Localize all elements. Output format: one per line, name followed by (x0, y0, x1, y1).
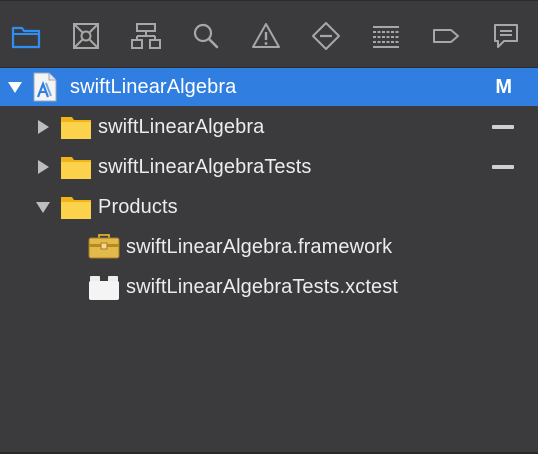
status-dash-badge (492, 165, 514, 169)
find-navigator-tab[interactable] (189, 19, 223, 53)
folder-icon (60, 193, 92, 221)
test-navigator-tab[interactable] (309, 19, 343, 53)
issue-navigator-tab[interactable] (249, 19, 283, 53)
product-row-framework[interactable]: swiftLinearAlgebra.framework (0, 228, 538, 266)
disclosure-triangle-expanded[interactable] (34, 198, 52, 216)
group-label: swiftLinearAlgebraTests (98, 155, 312, 178)
triangle-right-icon (38, 120, 49, 134)
source-control-icon (73, 23, 99, 49)
folder-icon (60, 153, 92, 181)
report-navigator-tab[interactable] (489, 19, 523, 53)
modified-status-badge: M (495, 75, 512, 98)
debug-navigator-tab[interactable] (369, 19, 403, 53)
folder-icon (11, 26, 41, 49)
warning-triangle-icon (252, 23, 280, 48)
report-bubble-icon (494, 24, 518, 48)
symbol-hierarchy-icon (131, 23, 161, 49)
group-row-swiftLinearAlgebraTests[interactable]: swiftLinearAlgebraTests (0, 148, 538, 186)
triangle-down-icon (8, 82, 22, 93)
group-row-swiftLinearAlgebra[interactable]: swiftLinearAlgebra (0, 108, 538, 146)
triangle-right-icon (38, 160, 49, 174)
project-name-label: swiftLinearAlgebra (70, 75, 237, 98)
folder-icon (60, 113, 92, 141)
breakpoint-navigator-tab[interactable] (429, 19, 463, 53)
group-label: swiftLinearAlgebra (98, 115, 265, 138)
product-label: swiftLinearAlgebra.framework (126, 235, 393, 258)
navigator-toolbar (0, 0, 538, 68)
project-row[interactable]: swiftLinearAlgebra M (0, 68, 538, 106)
disclosure-triangle-expanded[interactable] (6, 78, 24, 96)
disclosure-triangle-collapsed[interactable] (34, 118, 52, 136)
product-row-xctest[interactable]: swiftLinearAlgebraTests.xctest (0, 268, 538, 306)
disclosure-triangle-collapsed[interactable] (34, 158, 52, 176)
project-navigator: swiftLinearAlgebra M swiftLinearAlgebra (0, 0, 538, 454)
status-dash-badge (492, 125, 514, 129)
symbol-navigator-tab[interactable] (129, 19, 163, 53)
debug-lines-icon (373, 26, 399, 48)
magnifier-icon (193, 23, 219, 49)
test-diamond-icon (312, 22, 340, 50)
project-navigator-tab[interactable] (9, 19, 43, 53)
group-row-products[interactable]: Products (0, 188, 538, 226)
framework-toolbox-icon (88, 232, 120, 260)
breakpoint-tag-icon (433, 29, 459, 43)
triangle-down-icon (36, 202, 50, 213)
xcode-project-icon (32, 72, 58, 102)
source-control-navigator-tab[interactable] (69, 19, 103, 53)
xctest-bundle-icon (88, 273, 120, 301)
group-label: Products (98, 195, 178, 218)
product-label: swiftLinearAlgebraTests.xctest (126, 275, 399, 298)
